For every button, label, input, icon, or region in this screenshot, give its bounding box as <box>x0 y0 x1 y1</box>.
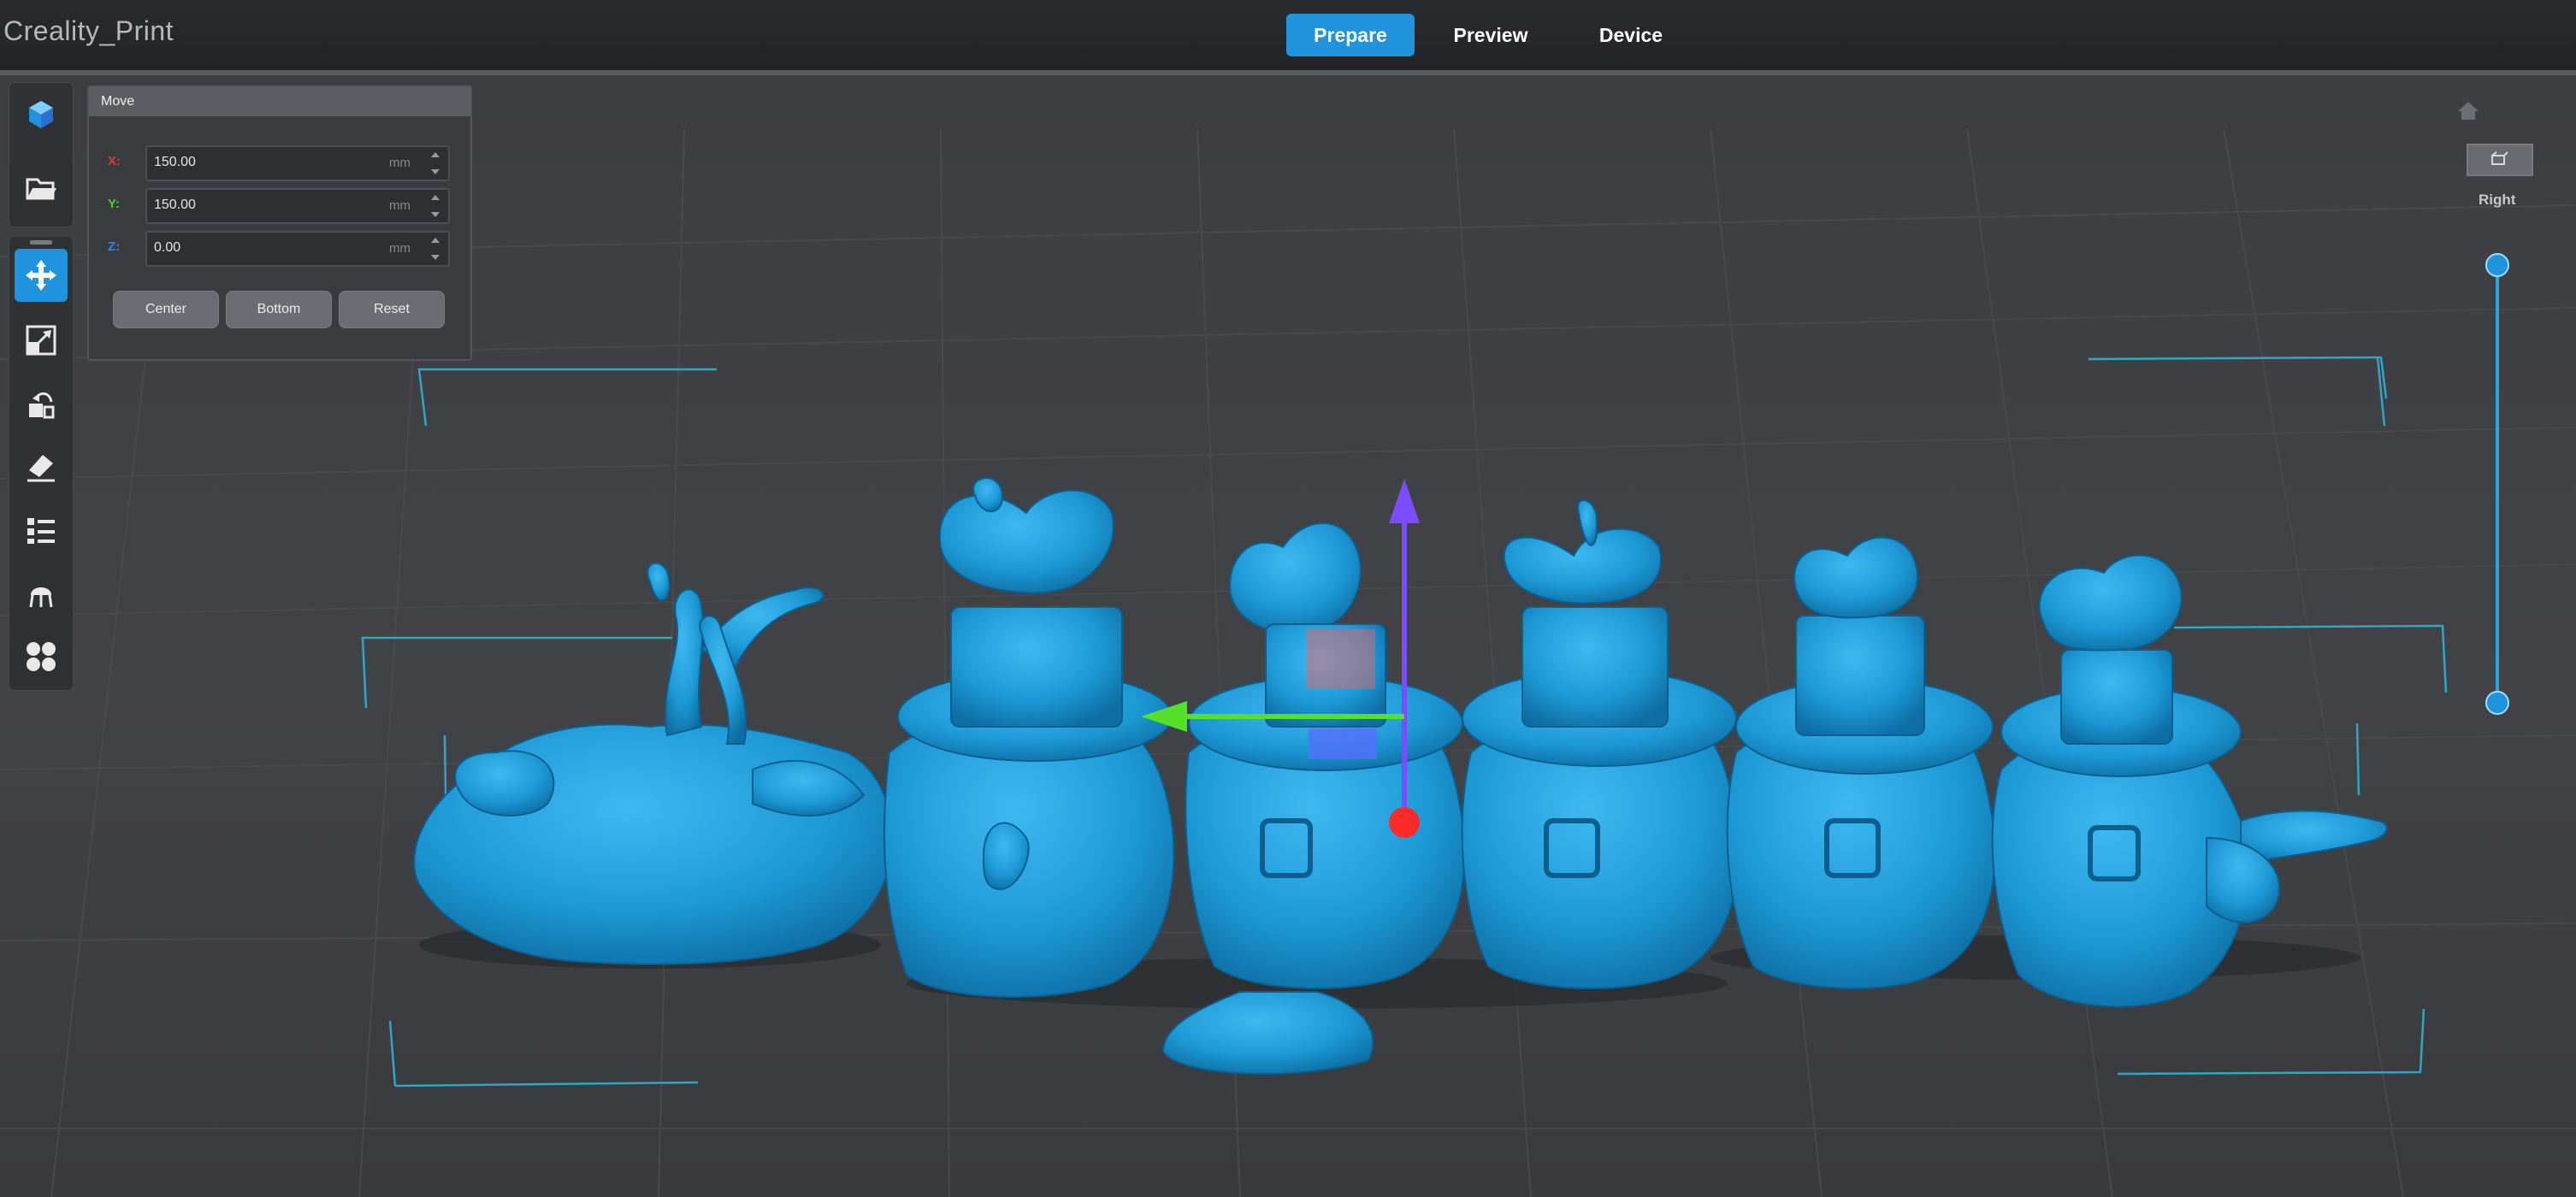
support-icon <box>29 587 53 608</box>
z-position-value[interactable]: 0.00 <box>154 240 180 256</box>
rotate-tool-button[interactable] <box>15 377 68 430</box>
view-cube-button[interactable] <box>2467 144 2533 176</box>
left-toolbar-top <box>9 82 74 227</box>
list-tool-button[interactable] <box>15 504 68 557</box>
home-icon <box>2458 102 2479 120</box>
xz-plane-handle <box>1307 629 1375 689</box>
y-position-field[interactable]: 150.00 mm <box>145 188 450 224</box>
y-increment-icon[interactable] <box>431 195 440 200</box>
move-panel-title: Move <box>89 87 470 116</box>
z-axis-label: Z: <box>108 239 121 254</box>
y-unit: mm <box>389 198 411 213</box>
x-unit: mm <box>389 156 411 170</box>
view-slider[interactable] <box>2484 253 2511 715</box>
arrange-icon <box>27 642 56 671</box>
lay-flat-tool-button[interactable] <box>15 440 68 493</box>
view-slider-track <box>2496 263 2499 705</box>
view-slider-bottom-handle[interactable] <box>2485 691 2509 715</box>
x-axis-handle <box>1389 807 1420 838</box>
tab-prepare[interactable]: Prepare <box>1286 14 1415 56</box>
rotate-icon <box>29 392 55 419</box>
xy-plane-handle <box>1309 728 1377 759</box>
move-tool-button[interactable] <box>15 249 68 302</box>
logo-button[interactable] <box>15 88 68 141</box>
x-increment-icon[interactable] <box>431 152 440 157</box>
z-decrement-icon[interactable] <box>431 255 440 260</box>
move-panel: Move X: 150.00 mm Y: 150.00 mm Z: 0.00 m… <box>87 86 472 361</box>
bottom-button[interactable]: Bottom <box>226 291 332 328</box>
x-position-value[interactable]: 150.00 <box>154 155 196 170</box>
left-toolbar-tools <box>9 236 74 691</box>
toolbar-drag-handle[interactable] <box>30 240 52 245</box>
present-bag-model-3 <box>1461 499 1740 990</box>
y-position-value[interactable]: 150.00 <box>154 198 196 213</box>
arrange-tool-button[interactable] <box>15 630 68 683</box>
list-icon <box>27 518 55 544</box>
reset-button[interactable]: Reset <box>339 291 445 328</box>
present-bag-model-1 <box>883 477 1175 999</box>
app-title: Creality_Print <box>3 15 174 46</box>
x-decrement-icon[interactable] <box>431 169 440 174</box>
tab-preview[interactable]: Preview <box>1427 14 1555 56</box>
scale-icon <box>26 325 56 356</box>
z-unit: mm <box>389 241 411 256</box>
view-slider-top-handle[interactable] <box>2485 253 2509 277</box>
y-axis-label: Y: <box>108 197 120 211</box>
center-button[interactable]: Center <box>113 291 219 328</box>
tab-device[interactable]: Device <box>1567 14 1695 56</box>
present-bag-model-4 <box>1726 536 1996 990</box>
logo-icon <box>29 101 53 128</box>
x-position-field[interactable]: 150.00 mm <box>145 145 450 181</box>
home-view-button[interactable] <box>2456 99 2480 121</box>
z-increment-icon[interactable] <box>431 238 440 243</box>
y-decrement-icon[interactable] <box>431 212 440 217</box>
move-icon <box>26 260 56 291</box>
present-bag-model-5 <box>1991 554 2388 1008</box>
top-bar: Creality_Print Prepare Preview Device <box>0 0 2576 75</box>
z-position-field[interactable]: 0.00 mm <box>145 231 450 267</box>
dragon-model <box>413 562 893 965</box>
support-tool-button[interactable] <box>15 567 68 620</box>
scale-tool-button[interactable] <box>15 314 68 367</box>
current-view-label: Right <box>2479 192 2516 208</box>
x-axis-label: X: <box>108 154 121 168</box>
lay-flat-icon <box>27 455 55 482</box>
view-cube-icon <box>2491 151 2508 165</box>
open-folder-icon <box>26 178 56 200</box>
open-file-button[interactable] <box>15 162 68 215</box>
